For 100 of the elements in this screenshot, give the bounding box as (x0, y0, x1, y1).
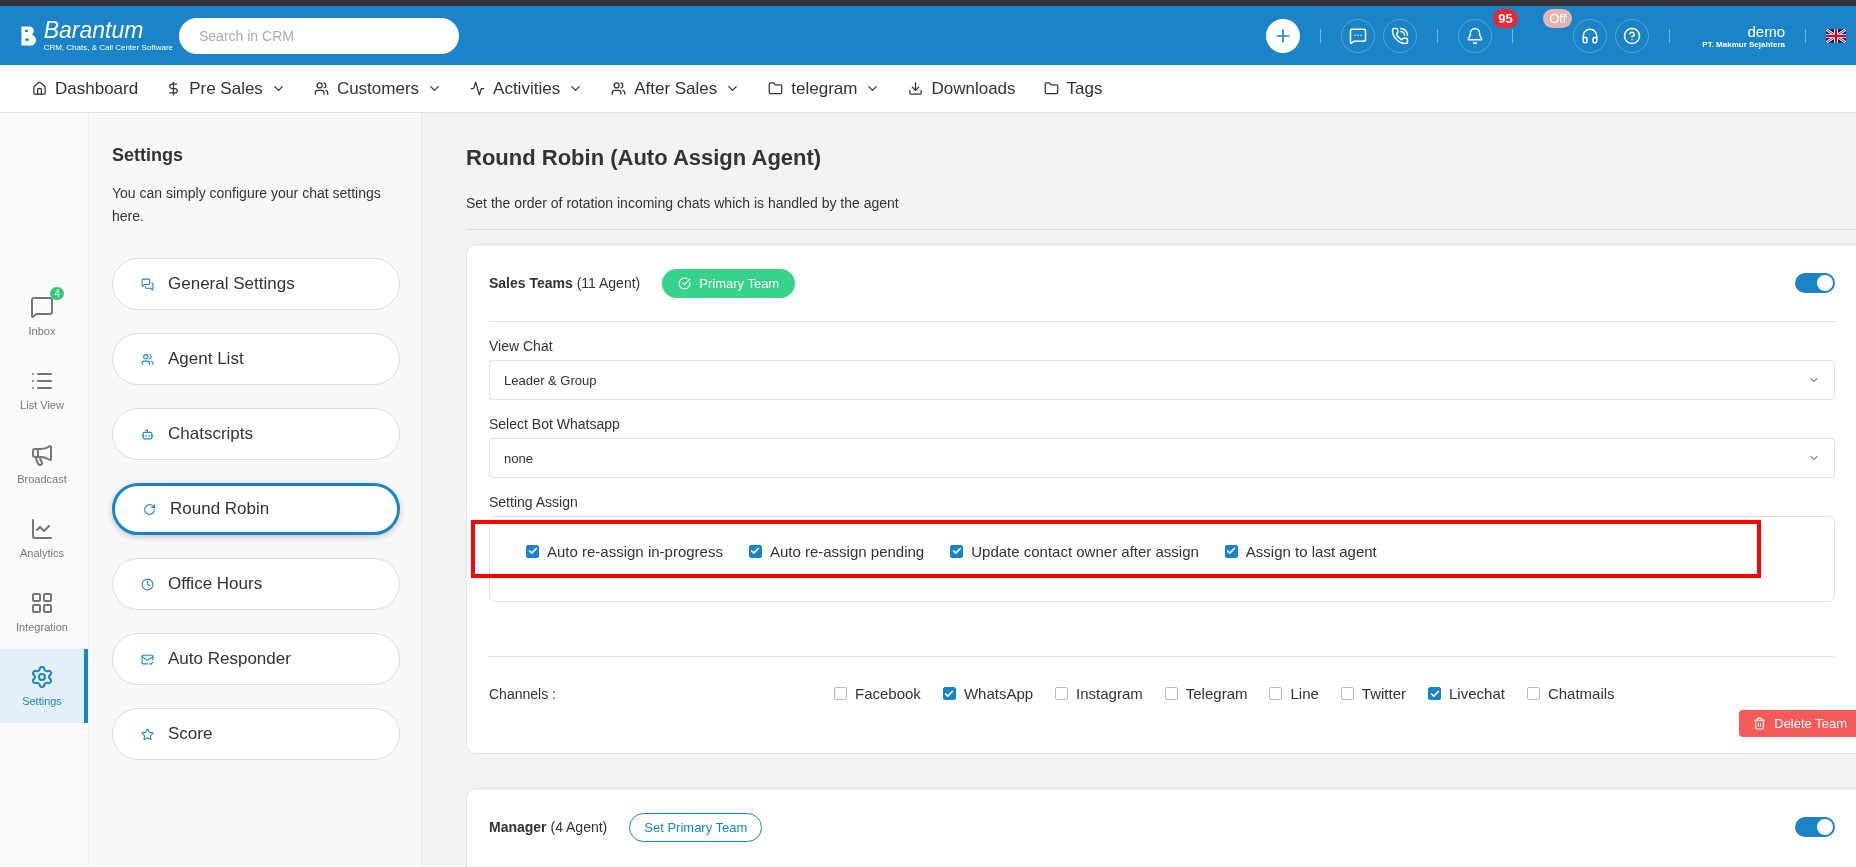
notification-count: 95 (1493, 8, 1518, 28)
unread-badge: 4 (50, 287, 64, 300)
home-icon (32, 81, 47, 96)
team-toggle[interactable] (1795, 273, 1835, 293)
settings-menu-item[interactable]: General Settings (112, 258, 400, 310)
settings-menu-item[interactable]: Office Hours (112, 558, 400, 610)
rotate-icon (143, 502, 156, 516)
chat-bot-button[interactable] (1341, 18, 1376, 53)
nav-item[interactable]: Tags (1043, 78, 1103, 99)
nav-item[interactable]: Pre Sales (166, 78, 286, 99)
phone-icon (1391, 26, 1410, 45)
users-icon (313, 81, 329, 96)
select-field[interactable]: Leader & Group (489, 360, 1835, 400)
channel-label: Livechat (1449, 685, 1505, 702)
headset-icon (1581, 26, 1600, 45)
settings-menu-item[interactable]: Chatscripts (112, 408, 400, 460)
checkbox[interactable] (1224, 544, 1238, 558)
select-field[interactable]: none (489, 438, 1835, 478)
check-icon (951, 546, 962, 556)
field-label: Setting Assign (489, 494, 579, 510)
panel-description: You can simply configure your chat settings here. (112, 184, 382, 226)
nav-item[interactable]: telegram (768, 78, 881, 99)
team-name: Sales Teams (11 Agent) (489, 275, 641, 291)
check-icon (944, 688, 955, 699)
checkbox[interactable] (748, 544, 762, 558)
users-icon (611, 81, 627, 96)
option-label: Auto re-assign in-progress (547, 542, 723, 560)
folder-icon (768, 81, 784, 96)
user-name: demo (1747, 22, 1785, 40)
rail-item[interactable]: List View (0, 353, 88, 427)
chat-icon (30, 295, 54, 319)
chat-icon (1349, 26, 1368, 45)
panel-title: Settings (112, 145, 184, 166)
check-icon (750, 546, 761, 556)
set-primary-button[interactable]: Set Primary Team (629, 812, 763, 842)
channel-label: Telegram (1185, 685, 1248, 702)
primary-team-badge: Primary Team (662, 268, 796, 298)
download-icon (908, 81, 924, 96)
checkbox[interactable] (834, 687, 847, 700)
grid-icon (30, 591, 54, 615)
channel-label: WhatsApp (963, 685, 1034, 702)
nav-item[interactable]: Activities (470, 78, 584, 99)
channel-label: Line (1290, 685, 1319, 702)
nav-item[interactable]: Customers (313, 78, 443, 99)
option-label: Auto re-assign pending (769, 542, 925, 560)
field-label: Select Bot Whatsapp (489, 416, 621, 432)
checkbox[interactable] (1428, 687, 1442, 700)
settings-icon (30, 665, 54, 689)
megaphone-icon (30, 443, 54, 467)
checkbox[interactable] (526, 544, 539, 558)
channel-label: Chatmails (1547, 685, 1615, 702)
trash-icon (1753, 717, 1767, 730)
search-field[interactable]: Search in CRM (179, 17, 459, 54)
company-name: PT. Makmur Sejahtera (1702, 39, 1785, 49)
mail-icon (141, 652, 154, 666)
page-title: Round Robin (Auto Assign Agent) (466, 145, 823, 171)
chats-icon (141, 277, 154, 291)
channel-label: Facebook (855, 685, 921, 702)
rail-item[interactable]: 4 Inbox (0, 279, 88, 353)
checkbox[interactable] (1164, 687, 1178, 700)
folder-icon (1043, 81, 1059, 96)
help-icon (1623, 26, 1642, 45)
channels-label: Channels : (489, 685, 557, 702)
channel-label: Instagram (1076, 685, 1143, 702)
logo-tagline: CRM, Chats, & Call Center Software (43, 44, 173, 52)
pulse-icon (470, 81, 486, 96)
checkbox[interactable] (1269, 687, 1283, 700)
settings-menu-item[interactable]: Round Robin (112, 483, 400, 535)
team-toggle[interactable] (1795, 817, 1835, 837)
robot-icon (141, 427, 154, 441)
checkbox[interactable] (1340, 687, 1354, 700)
nav-item[interactable]: Downloads (908, 78, 1016, 99)
rail-item[interactable]: Broadcast (0, 427, 88, 501)
check-icon (527, 546, 538, 556)
logo-text: Barantum (43, 19, 145, 42)
option-label: Assign to last agent (1245, 542, 1377, 560)
rail-item[interactable]: Settings (0, 649, 88, 723)
settings-menu-item[interactable]: Score (112, 708, 400, 760)
flag-icon[interactable] (1826, 28, 1846, 43)
check-icon (1429, 688, 1440, 699)
checkbox[interactable] (1055, 687, 1069, 700)
field-label: View Chat (489, 338, 554, 354)
checkbox[interactable] (1526, 687, 1540, 700)
checkbox[interactable] (942, 687, 956, 700)
users-icon (141, 352, 154, 366)
page-subtitle: Set the order of rotation incoming chats which is handled by the agent (466, 195, 1856, 230)
channel-label: Twitter (1361, 685, 1407, 702)
nav-item[interactable]: After Sales (611, 78, 741, 99)
rail-item[interactable]: Analytics (0, 501, 88, 575)
option-label: Update contact owner after assign (971, 542, 1199, 560)
nav-item[interactable]: Dashboard (32, 78, 139, 99)
add-button[interactable] (1266, 18, 1301, 53)
star-icon (141, 727, 154, 741)
bell-icon (1466, 26, 1485, 45)
check-icon (1226, 546, 1237, 556)
settings-menu-item[interactable]: Agent List (112, 333, 400, 385)
checkbox[interactable] (950, 544, 964, 558)
clock-icon (141, 577, 154, 591)
rail-item[interactable]: Integration (0, 575, 88, 649)
settings-menu-item[interactable]: Auto Responder (112, 633, 400, 685)
